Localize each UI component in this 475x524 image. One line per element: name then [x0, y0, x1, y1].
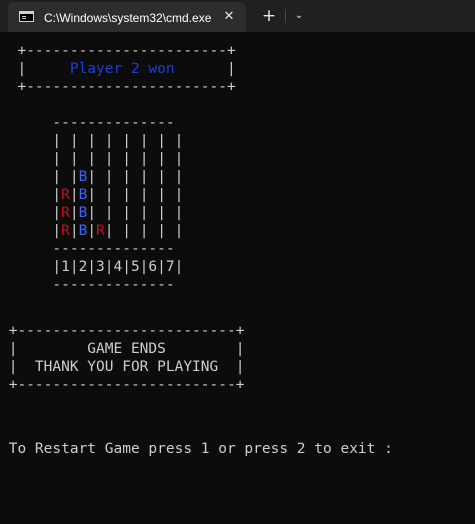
board-cell-r3-c2: B [78, 169, 88, 185]
board-row-3: | |B| | | | | | [0, 169, 184, 185]
chevron-down-icon[interactable]: ⌄ [290, 7, 308, 25]
board-cell-r6-c7 [166, 223, 175, 239]
board-cell-r6-c1: R [61, 223, 70, 239]
board-cell-r1-c3 [96, 133, 105, 149]
close-tab-icon[interactable]: ✕ [220, 8, 238, 26]
board-cell-r3-c7 [166, 169, 175, 185]
game-ends-box-top: +-------------------------+ [0, 323, 245, 339]
board-cell-r3-c1 [61, 169, 70, 185]
board-cell-r6-c3: R [96, 223, 105, 239]
board-bottom-border: -------------- [0, 277, 175, 293]
board-cell-r5-c4 [114, 205, 123, 221]
board-mid-border: -------------- [0, 241, 175, 257]
board-cell-r2-c2 [79, 151, 88, 167]
board-cell-r2-c4 [114, 151, 123, 167]
board-cell-r2-c1 [61, 151, 70, 167]
board-cell-r3-c3 [96, 169, 105, 185]
board-cell-r1-c2 [79, 133, 88, 149]
board-cell-r3-c5 [131, 169, 140, 185]
board-row-5: |R|B| | | | | | [0, 205, 184, 221]
board-cell-r4-c2: B [78, 187, 88, 203]
board-row-4: |R|B| | | | | | [0, 187, 184, 203]
board-row-6: |R|B|R| | | | | [0, 223, 184, 239]
board-cell-r6-c2: B [78, 223, 88, 239]
terminal-output: +-----------------------+ | Player 2 won… [0, 32, 475, 524]
board-cell-r4-c4 [114, 187, 123, 203]
game-ends-line: | GAME ENDS | [0, 341, 245, 357]
board-cell-r2-c6 [148, 151, 157, 167]
restart-prompt: To Restart Game press 1 or press 2 to ex… [0, 441, 393, 457]
board-cell-r6-c6 [148, 223, 157, 239]
board-cell-r6-c4 [114, 223, 123, 239]
winner-box-top: +-----------------------+ [0, 43, 236, 59]
terminal-window: C:\Windows\system32\cmd.exe ✕ + ⌄ +-----… [0, 0, 475, 524]
board-column-numbers: |1|2|3|4|5|6|7| [0, 259, 184, 275]
board-cell-r1-c1 [61, 133, 70, 149]
winner-box-bottom: +-----------------------+ [0, 79, 236, 95]
game-ends-box-bottom: +-------------------------+ [0, 377, 245, 393]
winner-message: Player 2 won [69, 61, 175, 77]
board-cell-r4-c7 [166, 187, 175, 203]
new-tab-button[interactable]: + [259, 6, 279, 26]
board-top-border: -------------- [0, 115, 175, 131]
board-cell-r5-c3 [96, 205, 105, 221]
board-cell-r4-c1: R [61, 187, 70, 203]
board-cell-r1-c5 [131, 133, 140, 149]
winner-box-right: | [174, 61, 236, 77]
board-cell-r4-c6 [148, 187, 157, 203]
board-cell-r1-c7 [166, 133, 175, 149]
titlebar-divider [285, 9, 286, 23]
board-cell-r1-c6 [148, 133, 157, 149]
board-row-1: | | | | | | | | [0, 133, 184, 149]
board-cell-r5-c2: B [78, 205, 88, 221]
board-cell-r4-c3 [96, 187, 105, 203]
board-cell-r5-c7 [166, 205, 175, 221]
board-cell-r5-c5 [131, 205, 140, 221]
board-row-2: | | | | | | | | [0, 151, 184, 167]
board-cell-r4-c5 [131, 187, 140, 203]
board-cell-r6-c5 [131, 223, 140, 239]
board-cell-r2-c3 [96, 151, 105, 167]
board-cell-r3-c4 [114, 169, 123, 185]
tab-cmd[interactable]: C:\Windows\system32\cmd.exe ✕ [8, 2, 246, 32]
tab-title: C:\Windows\system32\cmd.exe [44, 11, 212, 25]
cmd-icon [19, 11, 34, 22]
board-cell-r2-c5 [131, 151, 140, 167]
winner-box-middle: | Player 2 won | [0, 60, 236, 78]
board-cell-r3-c6 [148, 169, 157, 185]
board-cell-r1-c4 [114, 133, 123, 149]
title-bar: C:\Windows\system32\cmd.exe ✕ + ⌄ [0, 0, 475, 32]
board-cell-r5-c6 [148, 205, 157, 221]
winner-box-left: | [0, 61, 70, 77]
board-cell-r5-c1: R [61, 205, 70, 221]
board-cell-r2-c7 [166, 151, 175, 167]
thank-you-line: | THANK YOU FOR PLAYING | [0, 359, 245, 375]
